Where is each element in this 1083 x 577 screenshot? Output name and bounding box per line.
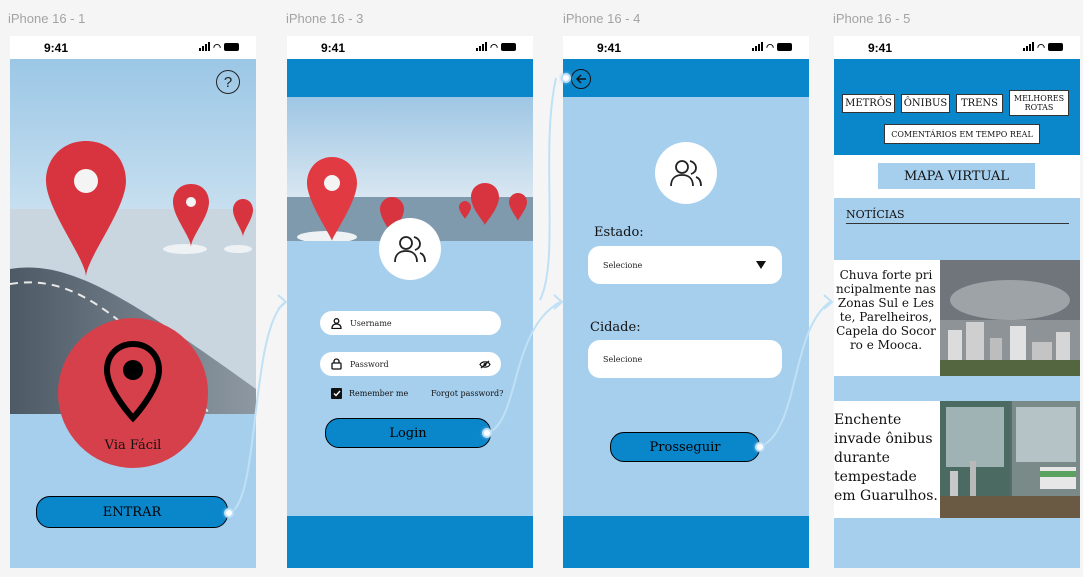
nav-trens[interactable]: TRENS [956, 94, 1003, 113]
app-logo: Via Fácil [58, 318, 208, 468]
enter-button[interactable]: ENTRAR [36, 496, 228, 528]
connector-dot-1 [224, 508, 234, 518]
nav-onibus[interactable]: ÔNIBUS [901, 94, 950, 113]
news-card-1[interactable]: Chuva forte principalmente nas Zonas Sul… [834, 260, 1080, 376]
status-icons: ◠ [752, 42, 792, 52]
news-card-2[interactable]: Enchente invade ônibus durante tempestad… [834, 401, 1080, 518]
news-2-photo [940, 401, 1080, 518]
phone-frame-5: 9:41 ◠ METRÔS ÔNIBUS TRENS MELHORES ROTA… [834, 36, 1080, 568]
remember-checkbox[interactable] [331, 388, 342, 399]
connector-dot-3 [482, 428, 492, 438]
eye-off-icon[interactable] [479, 360, 491, 369]
logo-caption: Via Fácil [104, 438, 162, 453]
connector-dot-4 [755, 442, 765, 452]
connector-dot-4a [561, 73, 571, 83]
frame-label-3: iPhone 16 - 3 [286, 11, 364, 26]
username-placeholder: Username [350, 318, 392, 328]
password-field[interactable]: Password [320, 352, 501, 376]
status-icons: ◠ [199, 42, 239, 52]
lock-icon [331, 358, 342, 370]
users-avatar [655, 142, 717, 204]
signal-icon [1023, 42, 1035, 51]
bottom-bar [563, 516, 809, 568]
status-icons: ◠ [476, 42, 516, 52]
users-avatar [379, 218, 441, 280]
city-select[interactable]: Selecione [588, 340, 782, 378]
user-icon [331, 317, 342, 329]
phone-frame-3: 9:41 ◠ Username Password Remember me For… [287, 36, 533, 568]
state-label: Estado: [594, 225, 644, 240]
signal-icon [476, 42, 488, 51]
status-bar: 9:41 ◠ [563, 36, 809, 59]
wifi-icon: ◠ [1037, 42, 1045, 52]
news-2-text: Enchente invade ônibus durante tempestad… [834, 412, 938, 504]
frame-label-4: iPhone 16 - 4 [563, 11, 641, 26]
top-bar [563, 59, 809, 97]
nav-metros[interactable]: METRÔS [842, 94, 895, 113]
wifi-icon: ◠ [213, 42, 221, 52]
help-button[interactable]: ? [216, 70, 240, 94]
wifi-icon: ◠ [766, 42, 774, 52]
status-bar: 9:41 ◠ [287, 36, 533, 59]
news-1-photo [940, 260, 1080, 376]
state-select-value: Selecione [603, 260, 643, 270]
virtual-map-button[interactable]: MAPA VIRTUAL [878, 163, 1035, 189]
login-button[interactable]: Login [325, 418, 491, 448]
status-bar: 9:41 ◠ [10, 36, 256, 59]
back-button[interactable] [571, 69, 591, 89]
status-bar: 9:41 ◠ [834, 36, 1080, 59]
battery-icon [501, 43, 516, 51]
dropdown-arrow-icon [756, 261, 766, 269]
state-select[interactable]: Selecione [588, 246, 782, 284]
password-placeholder: Password [350, 359, 389, 369]
top-bar [287, 59, 533, 97]
arrow-left-icon [575, 74, 586, 84]
nav-melhores-rotas[interactable]: MELHORES ROTAS [1009, 90, 1069, 116]
remember-label: Remember me [349, 389, 409, 398]
checkmark-icon [333, 390, 341, 397]
signal-icon [752, 42, 764, 51]
continue-button[interactable]: Prosseguir [610, 432, 760, 462]
help-icon: ? [223, 73, 233, 91]
news-header: NOTÍCIAS [846, 208, 1069, 224]
phone-frame-4: 9:41 ◠ Estado: Selecione Cidade: Selecio… [563, 36, 809, 568]
forgot-password-link[interactable]: Forgot password? [431, 389, 503, 398]
status-time: 9:41 [868, 41, 893, 55]
battery-icon [777, 43, 792, 51]
news-1-text: Chuva forte principalmente nas Zonas Sul… [836, 268, 936, 352]
phone-frame-1: 9:41 ◠ ? Via Fácil ENTRAR [10, 36, 256, 568]
status-time: 9:41 [44, 41, 69, 55]
city-label: Cidade: [590, 320, 641, 335]
users-icon [394, 236, 426, 263]
location-pin-icon [103, 340, 163, 423]
frame-label-1: iPhone 16 - 1 [8, 11, 86, 26]
signal-icon [199, 42, 211, 51]
realtime-comments-button[interactable]: COMENTÁRIOS EM TEMPO REAL [884, 124, 1040, 144]
username-field[interactable]: Username [320, 311, 501, 335]
frame-label-5: iPhone 16 - 5 [833, 11, 911, 26]
city-select-value: Selecione [603, 354, 643, 364]
status-icons: ◠ [1023, 42, 1063, 52]
status-time: 9:41 [321, 41, 346, 55]
battery-icon [224, 43, 239, 51]
users-icon [670, 160, 702, 187]
wifi-icon: ◠ [490, 42, 498, 52]
status-time: 9:41 [597, 41, 622, 55]
bottom-bar [287, 516, 533, 568]
battery-icon [1048, 43, 1063, 51]
